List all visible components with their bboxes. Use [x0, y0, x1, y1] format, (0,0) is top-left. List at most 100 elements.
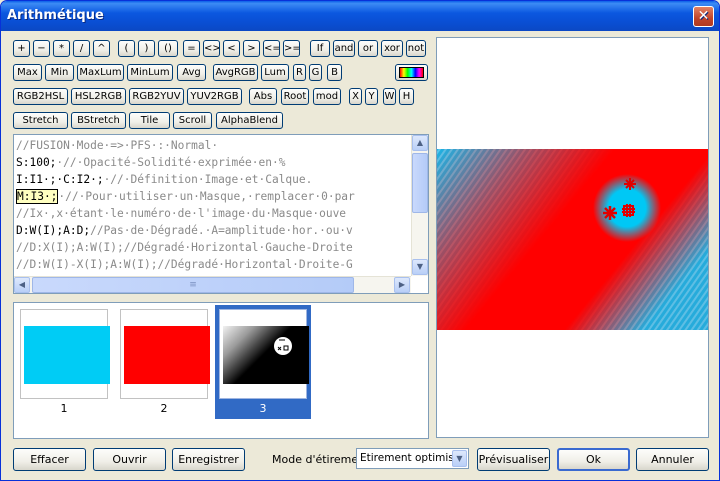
- toolbar-button[interactable]: or: [358, 40, 378, 57]
- thumbnail-3[interactable]: 3: [215, 305, 311, 419]
- horizontal-scroll-thumb[interactable]: ≡: [32, 277, 354, 293]
- code-comment: //D:X(I);A:W(I);//Dégradé·Horizontal·Gau…: [16, 241, 353, 254]
- toolbar-button[interactable]: B: [327, 64, 342, 81]
- scroll-right-button[interactable]: ▶: [394, 277, 410, 293]
- code-line: //FUSION·Mode·=>·PFS·:·Normal·: [16, 137, 414, 154]
- ok-button[interactable]: Ok: [557, 448, 630, 471]
- toolbar-button[interactable]: Tile: [129, 112, 170, 129]
- toolbar-button[interactable]: <=: [263, 40, 280, 57]
- effacer-button[interactable]: Effacer: [13, 448, 86, 471]
- toolbar-button[interactable]: Abs: [249, 88, 277, 105]
- toolbar-button[interactable]: Avg: [177, 64, 206, 81]
- code-comment: //D:W(I)-X(I);A:W(I);//Dégradé·Horizonta…: [16, 258, 353, 271]
- toolbar-button[interactable]: AlphaBlend: [216, 112, 283, 129]
- toolbar-button[interactable]: −: [33, 40, 50, 57]
- toolbar-button[interactable]: (): [158, 40, 178, 57]
- toolbar-button[interactable]: YUV2RGB: [187, 88, 242, 105]
- toolbar-button[interactable]: G: [309, 64, 322, 81]
- toolbar-button[interactable]: MinLum: [127, 64, 173, 81]
- toolbar-button[interactable]: =: [183, 40, 200, 57]
- arrow-left-icon: ◀: [18, 280, 26, 289]
- toolbar-button[interactable]: Stretch: [13, 112, 68, 129]
- toolbar-button[interactable]: not: [406, 40, 426, 57]
- toolbar-button[interactable]: mod: [313, 88, 341, 105]
- toolbar-button[interactable]: BStretch: [71, 112, 126, 129]
- toolbar-button[interactable]: If: [310, 40, 330, 57]
- dropdown-arrow-glyph: ▼: [456, 454, 463, 463]
- toolbar-button[interactable]: HSL2RGB: [71, 88, 126, 105]
- toolbar-button[interactable]: <>: [203, 40, 220, 57]
- thumbnail-1[interactable]: 1: [16, 305, 112, 419]
- code-statement: I:I1·;·C:I2·;: [16, 173, 104, 186]
- thumbnail-frame: [219, 309, 309, 399]
- annuler-button[interactable]: Annuler: [636, 448, 709, 471]
- color-spectrum-icon: [399, 67, 424, 78]
- code-text[interactable]: //FUSION·Mode·=>·PFS·:·Normal· S:100;·//·…: [16, 137, 414, 275]
- toolbar-button[interactable]: ^: [93, 40, 110, 57]
- code-comment: ·//·Opacité-Solidité·exprimée·en·%: [56, 156, 286, 169]
- toolbar-button[interactable]: Max: [13, 64, 42, 81]
- thumbnail-frame: [120, 309, 210, 399]
- mode-etirement-value: Etirement optimisé: [360, 452, 461, 464]
- preview-pane: [436, 37, 709, 438]
- thumbnail-label: 3: [259, 402, 267, 415]
- toolbar-button[interactable]: MaxLum: [77, 64, 124, 81]
- title-bar: Arithmétique ✕: [1, 1, 719, 31]
- snowflake-icon: [603, 206, 617, 220]
- formula-editor[interactable]: //FUSION·Mode·=>·PFS·:·Normal· S:100;·//·…: [13, 134, 429, 294]
- vertical-scrollbar[interactable]: ▲ ▼: [411, 135, 428, 276]
- code-line: I:I1·;·C:I2·;·//·Définition·Image·et·Cal…: [16, 171, 414, 188]
- cyan-image: [24, 326, 110, 384]
- horizontal-scrollbar[interactable]: ◀ ≡ ▶: [14, 276, 411, 293]
- close-button[interactable]: ✕: [693, 6, 714, 27]
- vertical-scroll-thumb[interactable]: [412, 153, 428, 213]
- toolbar-button[interactable]: ): [138, 40, 155, 57]
- scroll-up-button[interactable]: ▲: [412, 135, 428, 151]
- toolbar-button[interactable]: Lum: [261, 64, 289, 81]
- arithmetique-dialog: Arithmétique ✕ + − * / ^()() = <> < > <= >= If and or…: [0, 0, 720, 481]
- mode-etirement-label: Mode d'étirement: [272, 453, 370, 466]
- thumbnail-label: 2: [160, 402, 168, 415]
- thumbnail-2[interactable]: 2: [116, 305, 212, 419]
- toolbar-button[interactable]: Root: [281, 88, 309, 105]
- color-spectrum-button[interactable]: [395, 64, 428, 81]
- toolbar-button[interactable]: >=: [283, 40, 300, 57]
- code-comment: ·//·Définition·Image·et·Calque.: [103, 173, 313, 186]
- previsualiser-button[interactable]: Prévisualiser: [477, 448, 550, 471]
- code-statement: D:W(I);A:D;: [16, 224, 91, 237]
- toolbar-button[interactable]: R: [293, 64, 306, 81]
- arrow-down-icon: ▼: [416, 262, 424, 271]
- toolbar-button[interactable]: RGB2YUV: [129, 88, 184, 105]
- toolbar-button[interactable]: <: [223, 40, 240, 57]
- code-comment: //Pas·de·Dégradé.·A=amplitude·hor.·ou·v: [90, 224, 353, 237]
- enregistrer-button[interactable]: Enregistrer: [172, 448, 245, 471]
- toolbar-button[interactable]: Min: [45, 64, 74, 81]
- toolbar-button[interactable]: +: [13, 40, 30, 57]
- scroll-left-button[interactable]: ◀: [14, 277, 30, 293]
- toolbar-button[interactable]: X: [349, 88, 362, 105]
- toolbar-button[interactable]: Y: [365, 88, 378, 105]
- ouvrir-button[interactable]: Ouvrir: [93, 448, 166, 471]
- toolbar-button[interactable]: /: [73, 40, 90, 57]
- toolbar-button[interactable]: (: [118, 40, 135, 57]
- toolbar-button[interactable]: >: [243, 40, 260, 57]
- toolbar-button[interactable]: RGB2HSL: [13, 88, 68, 105]
- code-line: //Ix·,x·étant·le·numéro·de·l'image·du·Ma…: [16, 205, 414, 222]
- toolbar-button[interactable]: xor: [381, 40, 403, 57]
- grip-icon: ≡: [189, 280, 197, 290]
- code-statement: S:100;: [16, 156, 57, 169]
- red-image: [124, 326, 210, 384]
- toolbar-button[interactable]: W: [383, 88, 396, 105]
- toolbar-button[interactable]: *: [53, 40, 70, 57]
- mode-etirement-select[interactable]: Etirement optimisé ▼: [356, 448, 469, 469]
- toolbar-button[interactable]: AvgRGB: [213, 64, 258, 81]
- arrow-up-icon: ▲: [416, 138, 424, 147]
- code-line: //D:W(I)-X(I);A:W(I);//Dégradé·Horizonta…: [16, 256, 414, 273]
- code-comment: ·//·Pour·utiliser·un·Masque,·remplacer·0…: [58, 190, 355, 203]
- toolbar-button[interactable]: and: [333, 40, 355, 57]
- toolbar-button[interactable]: Scroll: [173, 112, 212, 129]
- chevron-down-icon[interactable]: ▼: [452, 450, 467, 467]
- image-thumbnail-list: 1 2 3: [13, 302, 429, 439]
- scroll-down-button[interactable]: ▼: [412, 259, 428, 275]
- toolbar-button[interactable]: H: [399, 88, 414, 105]
